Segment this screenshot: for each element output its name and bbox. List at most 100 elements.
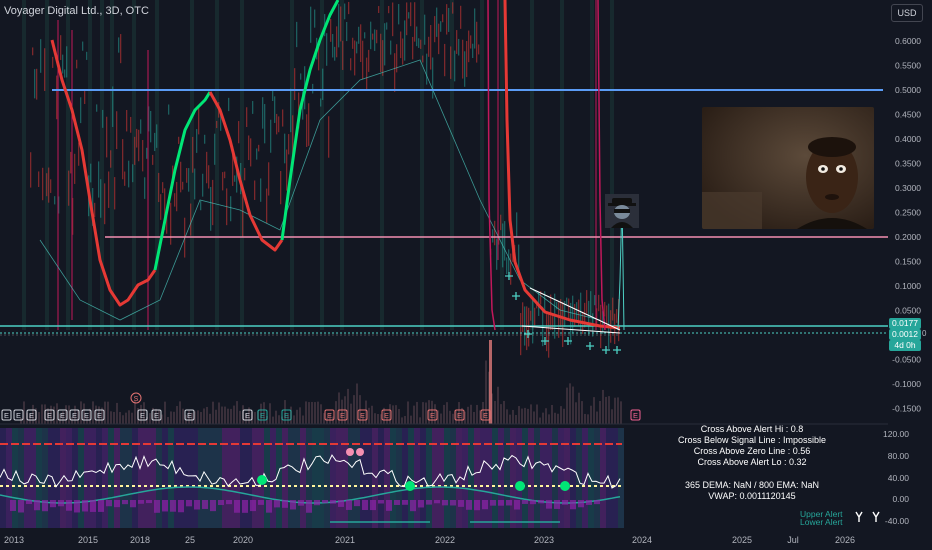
time-axis[interactable]: 2013 2015 2018 25 2020 2021 2022 2023 2024 2025 Ju… [4, 535, 855, 545]
volume-bar [533, 411, 535, 424]
indicator-axis[interactable]: 120.00 80.00 40.00 0.00 -40.00 [883, 429, 909, 526]
histogram-bar [562, 500, 568, 505]
earnings-marker-label: E [384, 411, 389, 420]
surprised-face-image [702, 107, 874, 229]
earnings-marker-label: E [327, 411, 332, 420]
price-axis[interactable]: 0.6000 0.5500 0.5000 0.4500 0.4000 0.3500 0.30… [892, 36, 921, 414]
candle [416, 26, 418, 47]
candle [508, 249, 510, 273]
volume-bar [350, 403, 352, 424]
candle [284, 133, 286, 164]
indicator-axis-label: 80.00 [888, 451, 910, 461]
time-axis-label: 25 [185, 535, 195, 545]
candle [116, 111, 118, 150]
candle [368, 49, 370, 72]
histogram-bar [122, 500, 128, 505]
split-marker-label: S [134, 396, 139, 403]
earnings-marker-label: E [245, 411, 250, 420]
earnings-marker-label: E [16, 411, 21, 420]
volume-bar [470, 404, 472, 424]
candle [392, 2, 394, 37]
volume-bar [617, 397, 619, 424]
volume-bar [368, 407, 370, 424]
volume-bar [413, 405, 415, 424]
candle [440, 21, 442, 32]
candle [558, 302, 560, 338]
candle [604, 301, 606, 317]
histogram-bar [106, 500, 112, 507]
candle [432, 57, 434, 99]
candle [42, 167, 44, 201]
volume-bar [395, 405, 397, 424]
volume-bar [203, 408, 205, 424]
histogram-bar [426, 500, 432, 505]
candle [494, 220, 496, 246]
candle [286, 149, 288, 191]
volume-bar [305, 401, 307, 424]
time-axis-label: Jul [787, 535, 799, 545]
candle [546, 311, 548, 352]
symbol-title[interactable]: Voyager Digital Ltd., 3D, OTC [4, 5, 149, 17]
histogram-bar [274, 500, 280, 508]
candle [390, 40, 392, 55]
indicator-background-bands [0, 0, 624, 528]
histogram-bar [298, 500, 304, 506]
time-axis-label: 2018 [130, 535, 150, 545]
volume-bar [590, 405, 592, 424]
candle [380, 33, 382, 73]
candle [566, 297, 568, 305]
candle [412, 36, 414, 60]
volume-bar [320, 404, 322, 424]
histogram-bar [242, 500, 248, 513]
histogram-bar [66, 500, 72, 511]
histogram-bar [194, 500, 200, 510]
volume-bar [239, 410, 241, 424]
candle [326, 33, 328, 66]
indicator-axis-label: 40.00 [888, 473, 910, 483]
candle [280, 171, 282, 205]
price-axis-label: 0.5000 [895, 85, 921, 95]
candle [358, 26, 360, 44]
histogram-bar [290, 500, 296, 510]
volume-bar [422, 402, 424, 424]
alert-legend: Upper Alert Lower Alert [800, 510, 843, 527]
currency-button[interactable]: USD [891, 4, 923, 22]
fork-icon[interactable] [855, 511, 863, 522]
volume-bar [149, 413, 151, 424]
earnings-marker-label: E [29, 411, 34, 420]
volume-bar [293, 415, 295, 424]
candle [308, 103, 310, 146]
candle [478, 44, 480, 55]
candle [296, 21, 298, 48]
histogram-bar [170, 500, 176, 512]
volume-bar [584, 413, 586, 424]
candle [518, 244, 520, 271]
volume-bar [605, 396, 607, 424]
candle [364, 32, 366, 39]
candle [64, 69, 66, 78]
histogram-bar [234, 500, 240, 513]
volume-bar [512, 409, 514, 424]
volume-bar [299, 407, 301, 424]
last-price-tag[interactable]: 0.0177 [889, 318, 921, 329]
volume-bar [116, 402, 118, 424]
fork-icon-2[interactable] [872, 511, 880, 522]
volume-bar [230, 408, 232, 424]
candle [476, 21, 478, 63]
volume-spike-bar [489, 340, 492, 424]
candle [320, 98, 322, 107]
candle [370, 21, 372, 50]
histogram-bar [554, 500, 560, 509]
price-axis-label: 0.5500 [895, 61, 921, 71]
volume-bar [314, 402, 316, 424]
volume-bars [20, 340, 622, 424]
candle [406, 2, 408, 36]
candle [374, 29, 376, 51]
candle [106, 116, 108, 158]
candle [352, 37, 354, 49]
price-tag-2[interactable]: 0.0012 [889, 329, 921, 340]
earnings-marker-label: E [430, 411, 435, 420]
candle [344, 3, 346, 20]
candle [248, 135, 250, 161]
candle [204, 134, 206, 144]
